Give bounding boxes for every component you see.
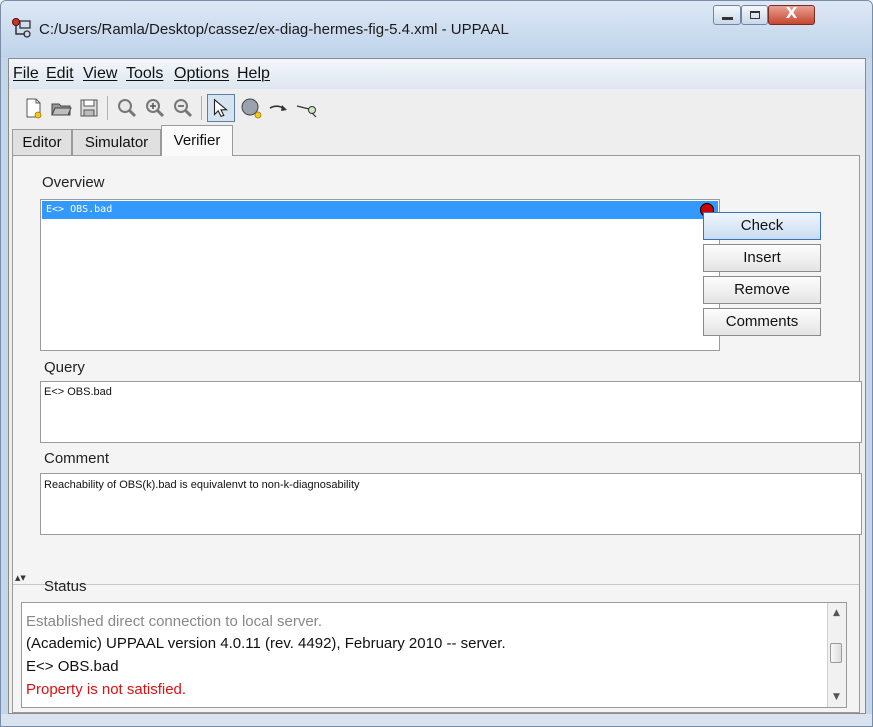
comment-field-text: Reachability of OBS(k).bad is equivalenv… (44, 479, 360, 491)
toolbar-separator (107, 96, 108, 120)
overview-list[interactable]: E<> OBS.bad (40, 199, 720, 351)
new-document-icon[interactable] (21, 96, 45, 120)
window-bottom-edge (1, 714, 872, 726)
save-icon[interactable] (77, 96, 101, 120)
minimize-icon (722, 17, 733, 20)
status-line: Established direct connection to local s… (26, 613, 322, 630)
query-field-text: E<> OBS.bad (44, 386, 112, 398)
scroll-down-icon[interactable]: ▼ (828, 689, 845, 706)
window-title: C:/Users/Ramla/Desktop/cassez/ex-diag-he… (39, 21, 509, 38)
maximize-button[interactable] (741, 5, 768, 25)
splitter-handle[interactable]: ▲▼ (13, 574, 859, 585)
menu-options[interactable]: Options (174, 65, 229, 83)
status-line: (Academic) UPPAAL version 4.0.11 (rev. 4… (26, 635, 506, 652)
tab-simulator[interactable]: Simulator (72, 129, 161, 155)
close-button[interactable]: X (768, 4, 815, 25)
scroll-thumb[interactable] (830, 643, 842, 663)
menu-help[interactable]: Help (237, 65, 270, 83)
menu-view[interactable]: View (83, 65, 117, 83)
comment-field[interactable]: Reachability of OBS(k).bad is equivalenv… (40, 473, 862, 535)
open-folder-icon[interactable] (49, 96, 73, 120)
zoom-in-icon[interactable] (143, 96, 167, 120)
zoom-out-icon[interactable] (171, 96, 195, 120)
status-line-cutoff: ‾‾‾‾‾‾‾‾‾‾ (26, 602, 76, 611)
status-line-error: Property is not satisfied. (26, 681, 187, 698)
status-label: Status (44, 578, 87, 595)
remove-button[interactable]: Remove (703, 276, 821, 304)
select-arrow-icon[interactable] (207, 94, 235, 122)
main-client-area: File Edit View Tools Options Help Editor… (8, 58, 866, 714)
comment-label: Comment (44, 450, 110, 467)
query-row-text: E<> OBS.bad (46, 204, 113, 215)
close-icon: X (785, 4, 798, 22)
query-label: Query (44, 359, 85, 376)
add-nail-icon[interactable] (295, 96, 319, 120)
scroll-up-icon[interactable]: ▲ (828, 605, 845, 622)
add-edge-icon[interactable] (267, 96, 291, 120)
add-location-icon[interactable] (239, 96, 263, 120)
overview-label: Overview (42, 174, 105, 191)
insert-button[interactable]: Insert (703, 244, 821, 272)
toolbar (9, 89, 865, 129)
minimize-button[interactable] (713, 5, 741, 25)
menu-edit[interactable]: Edit (46, 65, 74, 83)
comments-button[interactable]: Comments (703, 308, 821, 336)
tab-editor[interactable]: Editor (12, 129, 72, 155)
status-log[interactable]: ‾‾‾‾‾‾‾‾‾‾ Established direct connection… (21, 602, 847, 708)
tab-verifier[interactable]: Verifier (161, 125, 233, 156)
menu-file[interactable]: File (13, 65, 39, 83)
check-button[interactable]: Check (703, 212, 821, 240)
uppaal-app-icon (12, 18, 31, 38)
menu-tools[interactable]: Tools (126, 65, 163, 83)
verifier-panel: Overview E<> OBS.bad Check Insert Remove… (12, 155, 862, 713)
splitter-arrows-icon: ▲▼ (15, 574, 26, 582)
query-field[interactable]: E<> OBS.bad (40, 381, 862, 443)
zoom-icon[interactable] (115, 96, 139, 120)
toolbar-separator (201, 96, 202, 120)
maximize-icon (750, 11, 760, 19)
query-row[interactable]: E<> OBS.bad (42, 201, 718, 219)
status-line: E<> OBS.bad (26, 658, 119, 675)
status-scrollbar[interactable]: ▲ ▼ (827, 603, 846, 707)
title-bar[interactable]: C:/Users/Ramla/Desktop/cassez/ex-diag-he… (1, 1, 872, 57)
uppaal-window: C:/Users/Ramla/Desktop/cassez/ex-diag-he… (0, 0, 873, 727)
menu-bar: File Edit View Tools Options Help (9, 59, 865, 89)
